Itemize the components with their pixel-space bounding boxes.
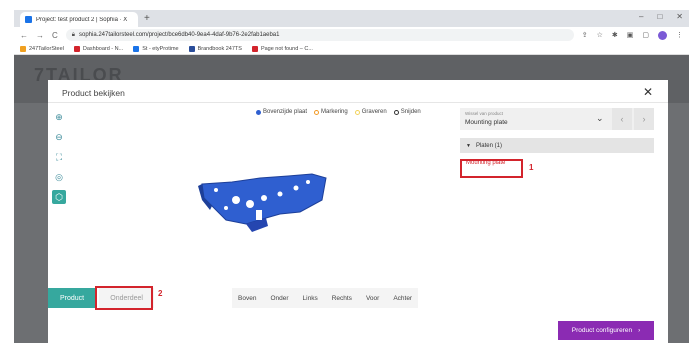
annotation-box-1 xyxy=(460,159,523,178)
layers-icon[interactable]: ◎ xyxy=(52,170,66,184)
viewer-legend: Bovenzijde plaat Markering Graveren Snij… xyxy=(256,109,421,115)
legend-item: Bovenzijde plaat xyxy=(256,109,307,115)
zoom-out-icon[interactable]: ⊖ xyxy=(52,130,66,144)
browser-tab[interactable]: Project: test product 2 | Sophia · X xyxy=(20,12,138,27)
product-select-label: Wissel van product xyxy=(465,111,504,116)
bookmark-label: St - etyProtime xyxy=(142,45,179,52)
bookmark-item[interactable]: Page not found – C... xyxy=(251,45,313,52)
lock-icon: 🔒︎ xyxy=(71,31,75,38)
fit-view-icon[interactable]: ⛶ xyxy=(52,150,66,164)
minimize-icon[interactable]: – xyxy=(639,12,643,21)
browser-tab-title: Project: test product 2 | Sophia · X xyxy=(36,16,128,23)
favicon-icon xyxy=(25,16,32,23)
annotation-number-1: 1 xyxy=(529,163,534,172)
view-bottom-button[interactable]: Onder xyxy=(270,295,288,302)
bookmark-icon xyxy=(251,45,258,52)
annotation-number-2: 2 xyxy=(158,289,163,298)
bookmarks-bar: 247TailorSteel Dashboard - N... St - ety… xyxy=(14,43,689,55)
chevron-down-icon[interactable]: ⌄ xyxy=(596,113,604,124)
product-view-modal: Product bekijken ✕ ⊕ ⊖ ⛶ ◎ ⬡ Bovenzijde … xyxy=(48,80,668,343)
star-icon[interactable]: ☆ xyxy=(597,31,603,39)
product-select[interactable]: Wissel van product Mounting plate ⌄ ‹ › xyxy=(460,108,654,130)
screenshot-frame: Project: test product 2 | Sophia · X + –… xyxy=(0,0,699,343)
maximize-icon[interactable]: □ xyxy=(657,12,662,21)
product-panel: Wissel van product Mounting plate ⌄ ‹ › … xyxy=(460,108,654,166)
next-product-button[interactable]: › xyxy=(634,108,654,130)
legend-ring-icon xyxy=(354,109,360,115)
menu-icon[interactable]: ⋮ xyxy=(676,31,683,39)
bookmark-icon xyxy=(20,45,26,52)
product-select-value: Mounting plate xyxy=(465,119,508,126)
sidepanel-icon[interactable]: ▢ xyxy=(642,31,649,39)
bookmark-item[interactable]: Brandbook 247TS xyxy=(188,45,242,52)
view-top-button[interactable]: Boven xyxy=(238,295,256,302)
url-field[interactable]: 🔒︎ sophia.247tailorsteel.com/project/bce… xyxy=(65,29,574,41)
window-controls: – □ ✕ xyxy=(639,12,683,21)
extension-icon[interactable]: ✱ xyxy=(612,31,618,39)
tab-product[interactable]: Product xyxy=(48,288,97,308)
forward-icon[interactable]: → xyxy=(36,31,44,40)
puzzle-icon[interactable]: ▣ xyxy=(627,31,634,39)
share-icon[interactable]: ⇪ xyxy=(582,31,588,39)
view-right-button[interactable]: Rechts xyxy=(332,295,352,302)
bookmark-label: Dashboard - N... xyxy=(82,45,124,52)
bookmark-label: Brandbook 247TS xyxy=(197,45,242,52)
view-front-button[interactable]: Voor xyxy=(366,295,379,302)
legend-item: Graveren xyxy=(354,109,387,115)
view-back-button[interactable]: Achter xyxy=(393,295,412,302)
browser-extensions: ⇪ ☆ ✱ ▣ ▢ ⋮ xyxy=(582,30,683,40)
legend-ring-icon xyxy=(393,109,399,115)
bookmark-icon xyxy=(133,45,140,52)
address-bar-row: ← → C 🔒︎ sophia.247tailorsteel.com/proje… xyxy=(14,27,689,43)
legend-dot-icon xyxy=(256,109,261,115)
bookmark-item[interactable]: 247TailorSteel xyxy=(20,45,64,52)
legend-label: Bovenzijde plaat xyxy=(263,109,308,115)
url-text: sophia.247tailorsteel.com/project/bce6db… xyxy=(78,32,280,38)
window-close-icon[interactable]: ✕ xyxy=(676,12,683,21)
modal-divider xyxy=(48,102,668,103)
browser-tab-strip: Project: test product 2 | Sophia · X + –… xyxy=(14,10,689,27)
bookmark-label: 247TailorSteel xyxy=(29,45,64,52)
reload-icon[interactable]: C xyxy=(52,31,58,40)
viewer-toolbar: ⊕ ⊖ ⛶ ◎ ⬡ xyxy=(52,110,66,204)
plates-group-header[interactable]: ▼ Platen (1) xyxy=(460,138,654,153)
legend-label: Snijden xyxy=(400,109,421,115)
modal-title: Product bekijken xyxy=(62,88,125,98)
mounting-plate-model xyxy=(198,173,327,232)
bookmark-item[interactable]: Dashboard - N... xyxy=(73,45,124,52)
cube-icon[interactable]: ⬡ xyxy=(52,190,66,204)
legend-label: Markering xyxy=(321,109,348,115)
configure-product-label: Product configureren xyxy=(571,327,633,334)
zoom-in-icon[interactable]: ⊕ xyxy=(52,110,66,124)
legend-item: Markering xyxy=(314,109,348,115)
part-3d-viewer[interactable] xyxy=(188,170,338,250)
bookmark-icon xyxy=(188,45,195,52)
view-left-button[interactable]: Links xyxy=(303,295,318,302)
bookmark-item[interactable]: St - etyProtime xyxy=(133,45,179,52)
legend-label: Graveren xyxy=(361,109,387,115)
view-direction-bar: Boven Onder Links Rechts Voor Achter xyxy=(232,288,419,308)
legend-ring-icon xyxy=(314,109,320,115)
new-tab-button[interactable]: + xyxy=(144,13,150,24)
triangle-down-icon: ▼ xyxy=(466,142,471,149)
configure-product-button[interactable]: Product configureren › xyxy=(558,321,654,340)
back-icon[interactable]: ← xyxy=(20,31,28,40)
plates-group-label: Platen (1) xyxy=(475,142,502,149)
bookmark-label: Page not found – C... xyxy=(260,45,313,52)
legend-item: Snijden xyxy=(393,109,421,115)
annotation-box-2 xyxy=(95,286,153,310)
arrow-right-icon: › xyxy=(638,327,641,334)
prev-product-button[interactable]: ‹ xyxy=(612,108,632,130)
bookmark-icon xyxy=(73,45,80,52)
close-icon[interactable]: ✕ xyxy=(640,84,656,100)
profile-avatar[interactable] xyxy=(658,30,667,40)
